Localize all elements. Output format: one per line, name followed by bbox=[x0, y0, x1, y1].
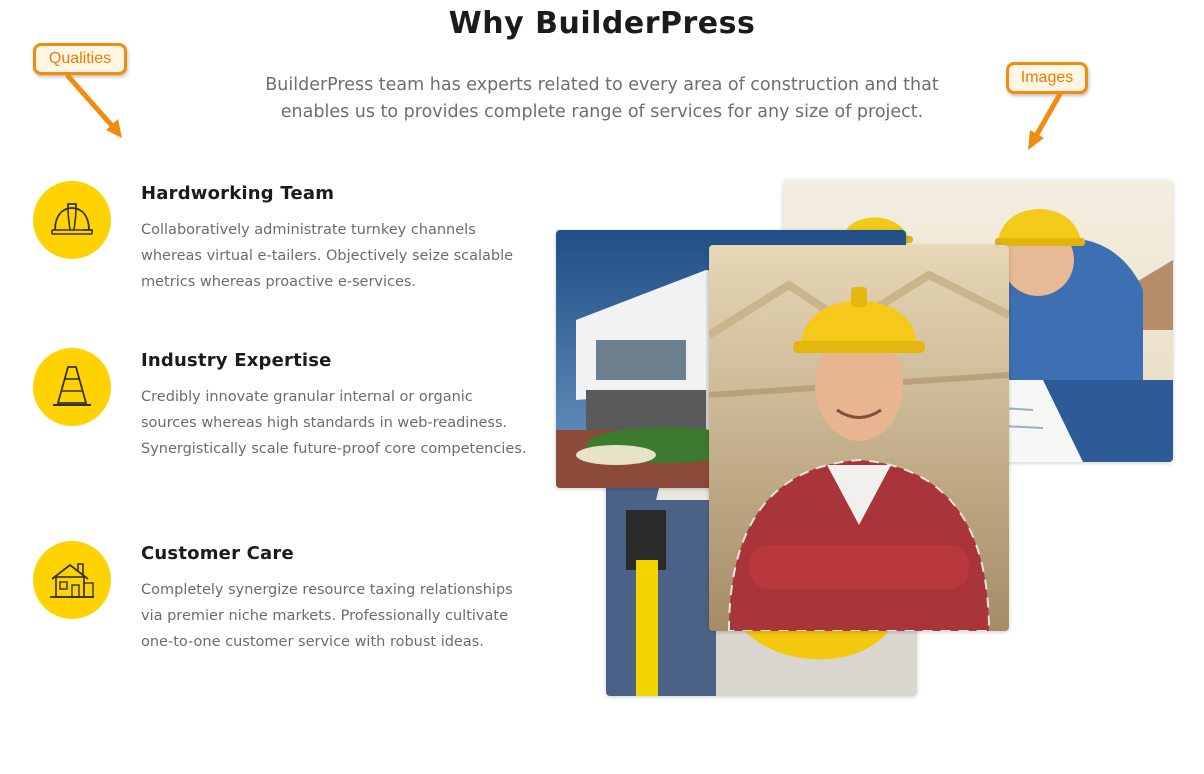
feature-text: Credibly innovate granular internal or o… bbox=[141, 389, 527, 457]
feature-title: Customer Care bbox=[141, 543, 294, 564]
feature-text: Collaboratively administrate turnkey cha… bbox=[141, 222, 514, 290]
feature-text: Completely synergize resource taxing rel… bbox=[141, 582, 513, 650]
section-title: Why BuilderPress bbox=[448, 6, 756, 41]
images-arrow-icon bbox=[1028, 91, 1063, 150]
qualities-arrow-icon bbox=[65, 73, 122, 138]
section-intro: BuilderPress team has experts related to… bbox=[265, 75, 939, 122]
qualities-callout: Qualities bbox=[33, 43, 127, 75]
feature-title: Hardworking Team bbox=[141, 183, 335, 204]
feature-title: Industry Expertise bbox=[141, 350, 332, 371]
traffic-cone-icon bbox=[33, 348, 111, 426]
hard-hat-icon bbox=[33, 181, 111, 259]
smiling-worker-photo bbox=[709, 245, 1009, 631]
house-icon bbox=[33, 541, 111, 619]
